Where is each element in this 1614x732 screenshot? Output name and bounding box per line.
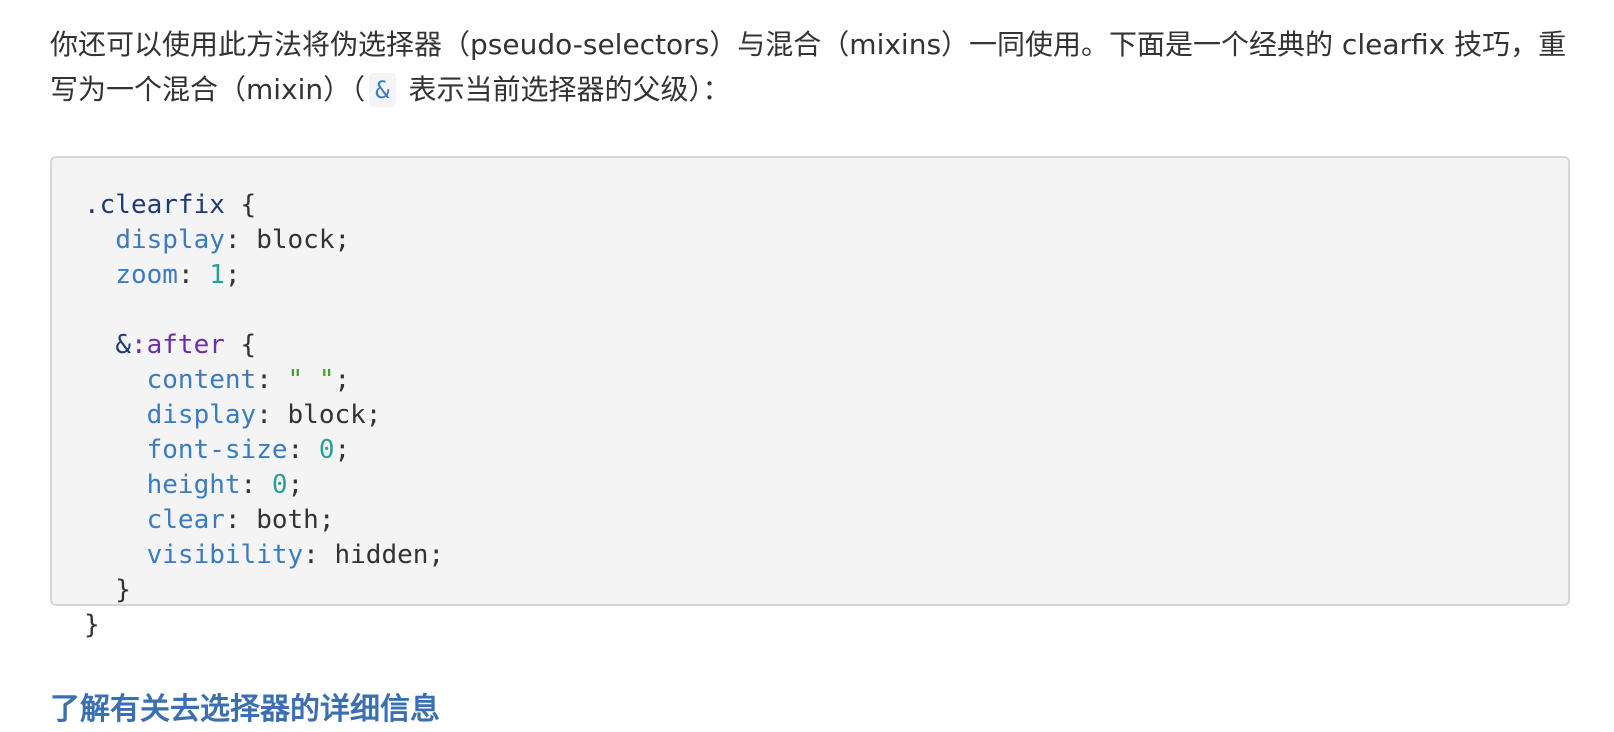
code-brace: { xyxy=(224,330,257,360)
intro-text-end: 表示当前选择器的父级）： xyxy=(399,73,731,106)
code-semicolon: ; xyxy=(334,365,351,395)
code-property: zoom xyxy=(115,260,178,290)
code-sep: : xyxy=(256,400,288,430)
code-line: font-size: 0; xyxy=(84,433,1536,468)
code-number: 0 xyxy=(271,470,288,500)
article-content: 你还可以使用此方法将伪选择器（pseudo-selectors）与混合（mixi… xyxy=(50,22,1570,640)
code-value: both xyxy=(256,505,319,535)
code-pseudo-selector: :after xyxy=(130,330,225,360)
code-parent-ref: & xyxy=(115,330,131,360)
code-property: height xyxy=(146,470,241,500)
code-sep: : xyxy=(303,540,335,570)
code-semicolon: ; xyxy=(365,400,382,430)
code-sep: : xyxy=(256,365,288,395)
code-semicolon: ; xyxy=(334,225,351,255)
code-value: block xyxy=(287,400,366,430)
code-semicolon: ; xyxy=(428,540,445,570)
code-property: content xyxy=(146,365,257,395)
code-line: zoom: 1; xyxy=(84,258,1536,293)
code-sep: : xyxy=(224,225,257,255)
code-line: clear: both; xyxy=(84,503,1536,538)
code-semicolon: ; xyxy=(224,260,241,290)
code-sep: : xyxy=(287,435,319,465)
code-line: .clearfix { xyxy=(84,188,1536,223)
code-semicolon: ; xyxy=(334,435,351,465)
code-semicolon: ; xyxy=(318,505,335,535)
code-property: clear xyxy=(146,505,225,535)
code-value: block xyxy=(256,225,335,255)
intro-text: 你还可以使用此方法将伪选择器（pseudo-selectors）与混合（mixi… xyxy=(50,28,1567,106)
code-line: height: 0; xyxy=(84,468,1536,503)
code-string: " " xyxy=(287,365,335,395)
code-line: display: block; xyxy=(84,223,1536,258)
code-property: display xyxy=(115,225,225,255)
code-line: visibility: hidden; xyxy=(84,538,1536,573)
inline-code-ampersand: & xyxy=(369,73,396,107)
code-sep: : xyxy=(240,470,272,500)
code-value: hidden xyxy=(334,540,429,570)
more-info-link[interactable]: 了解有关去选择器的详细信息 xyxy=(50,690,440,730)
code-line-close-inner: } xyxy=(84,575,131,605)
code-line: content: " "; xyxy=(84,363,1536,398)
code-pre: .clearfix { display: block; zoom: 1; &:a… xyxy=(84,188,1536,643)
code-sep: : xyxy=(177,260,210,290)
code-semicolon: ; xyxy=(287,470,304,500)
code-property: display xyxy=(146,400,257,430)
code-line-close-outer: } xyxy=(84,610,100,640)
code-property: font-size xyxy=(146,435,288,465)
code-sep: : xyxy=(224,505,257,535)
code-number: 0 xyxy=(318,435,335,465)
code-line: display: block; xyxy=(84,398,1536,433)
code-property: visibility xyxy=(146,540,304,570)
code-block[interactable]: .clearfix { display: block; zoom: 1; &:a… xyxy=(50,156,1570,640)
intro-paragraph: 你还可以使用此方法将伪选择器（pseudo-selectors）与混合（mixi… xyxy=(50,22,1570,112)
code-selector: .clearfix xyxy=(84,190,225,220)
code-number: 1 xyxy=(209,260,225,290)
code-brace: { xyxy=(224,190,257,220)
code-line: &:after { xyxy=(84,328,1536,363)
